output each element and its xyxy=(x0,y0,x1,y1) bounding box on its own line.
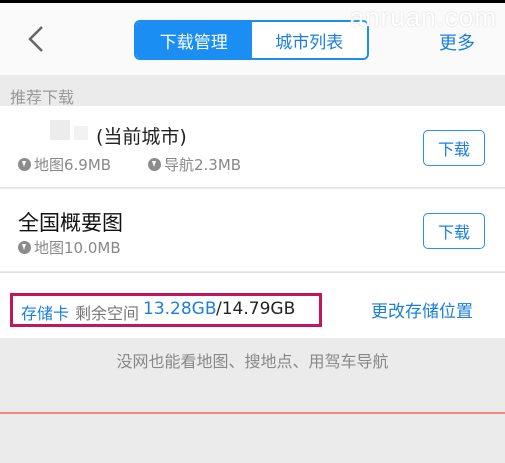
map-size-text: 地图6.9MB xyxy=(34,156,112,174)
total-space: /14.79GB xyxy=(216,299,296,319)
blurred-city-name xyxy=(74,126,88,140)
chevron-left-icon[interactable] xyxy=(24,21,50,57)
tab-switcher: 下载管理 城市列表 xyxy=(134,20,369,60)
list-item: 全国概要图 地图10.0MB 下载 xyxy=(0,189,505,271)
watermark: anruan.com xyxy=(349,2,497,32)
download-button[interactable]: 下载 xyxy=(423,130,485,166)
download-icon xyxy=(18,158,31,171)
offline-tip: 没网也能看地图、搜地点、用驾车导航 xyxy=(116,352,389,371)
download-button[interactable]: 下载 xyxy=(423,213,485,249)
offline-map-screen: 下载管理 城市列表 更多 anruan.com 推荐下载 (当前城市) 地图6.… xyxy=(0,0,505,463)
storage-row: 存储卡 剩余空间 13.28GB /14.79GB 更改存储位置 xyxy=(0,272,505,338)
blurred-city-name xyxy=(50,120,70,140)
tab-download-manager[interactable]: 下载管理 xyxy=(136,22,252,58)
map-size: 地图6.9MB xyxy=(18,154,111,175)
city-name: (当前城市) xyxy=(96,126,187,148)
free-space: 13.28GB xyxy=(143,299,217,319)
section-title: 推荐下载 xyxy=(10,88,75,107)
change-storage-location-link[interactable]: 更改存储位置 xyxy=(371,297,473,322)
divider xyxy=(0,412,505,414)
storage-info: 存储卡 剩余空间 13.28GB /14.79GB xyxy=(10,293,322,327)
map-size: 地图10.0MB xyxy=(18,237,121,258)
nav-size-text: 导航2.3MB xyxy=(164,156,242,174)
map-size-text: 地图10.0MB xyxy=(34,239,121,257)
download-icon xyxy=(148,158,161,171)
storage-label: 存储卡 xyxy=(21,304,70,323)
nav-size: 导航2.3MB xyxy=(148,154,241,175)
remaining-label: 剩余空间 xyxy=(75,304,140,323)
list-item: (当前城市) 地图6.9MB 导航2.3MB 下载 xyxy=(0,106,505,188)
map-name: 全国概要图 xyxy=(18,211,123,235)
download-icon xyxy=(18,241,31,254)
